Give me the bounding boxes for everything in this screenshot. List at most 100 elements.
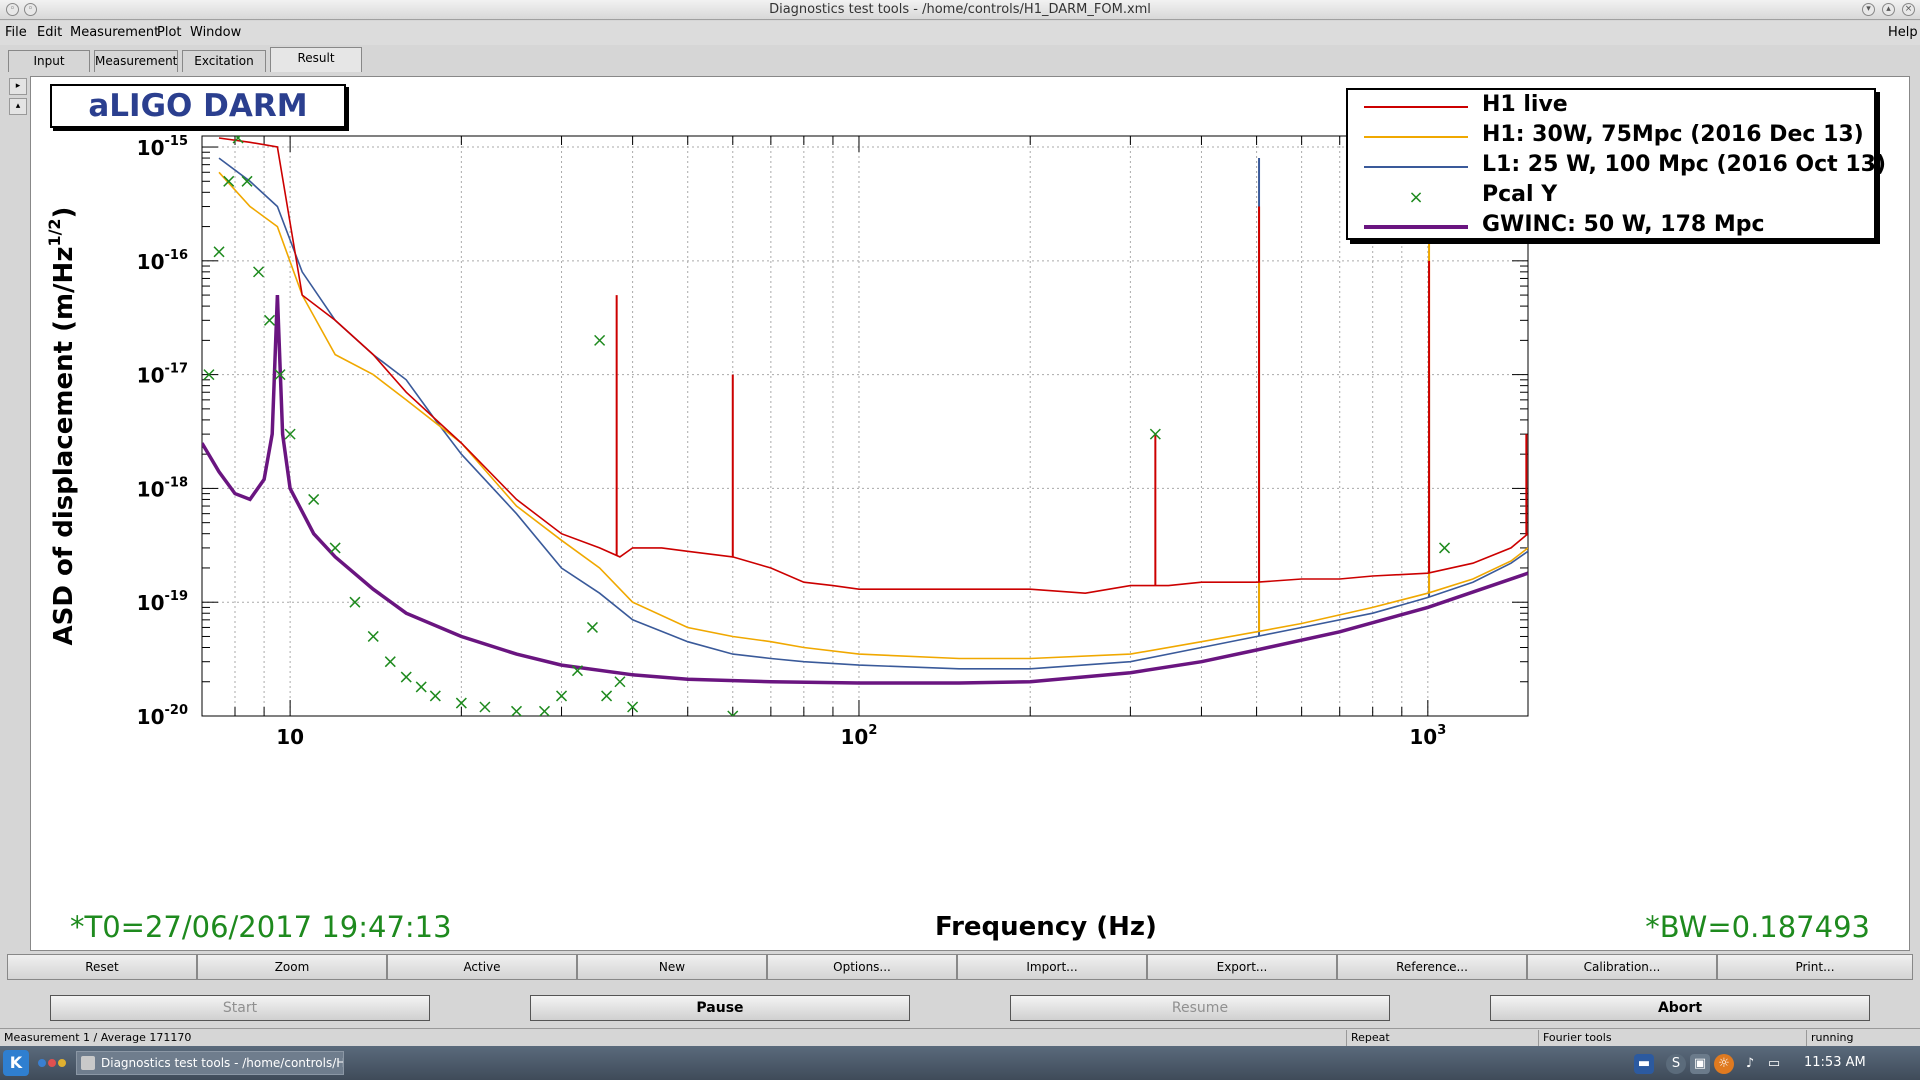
status-state: running — [1806, 1030, 1920, 1046]
import-button[interactable]: Import... — [957, 954, 1147, 980]
reset-button[interactable]: Reset — [7, 954, 197, 980]
options-button[interactable]: Options... — [767, 954, 957, 980]
series-point-pcal-y — [586, 621, 598, 633]
series-point-pcal-y — [479, 701, 491, 713]
export-button[interactable]: Export... — [1147, 954, 1337, 980]
tab-excitation[interactable]: Excitation — [182, 50, 266, 72]
legend-item-h1-live: H1 live — [1348, 92, 1874, 122]
legend-item-pcal: × Pcal Y — [1348, 182, 1874, 212]
pause-button[interactable]: Pause — [530, 995, 910, 1021]
volume-icon[interactable]: ♪ — [1740, 1054, 1760, 1074]
plot-frame — [201, 135, 1529, 717]
s-icon[interactable]: S — [1666, 1054, 1686, 1074]
taskbar: K Diagnostics test tools - /home/control… — [0, 1046, 1920, 1080]
x-axis-label: Frequency (Hz) — [935, 912, 1157, 942]
series-point-pcal-y — [1439, 542, 1451, 554]
plot-badge: aLIGO DARM — [50, 84, 346, 128]
bw-label: *BW=0.187493 — [1645, 910, 1870, 944]
maximize-icon[interactable]: ▴ — [1882, 3, 1895, 16]
tab-result[interactable]: Result — [270, 47, 362, 72]
y-axis-label: ASD of displacement (m/Hz1/2) — [45, 207, 79, 646]
new-button[interactable]: New — [577, 954, 767, 980]
taskbar-item-diagnostics[interactable]: Diagnostics test tools - /home/controls/… — [76, 1051, 344, 1075]
chart-legend: H1 live H1: 30W, 75Mpc (2016 Dec 13) L1:… — [1346, 88, 1886, 242]
series-point-pcal-y — [614, 676, 626, 688]
y-tick-label: 10-15 — [137, 134, 188, 160]
menu-window[interactable]: Window — [190, 25, 241, 40]
tab-measurement[interactable]: Measurement — [94, 50, 178, 72]
series-point-pcal-y — [538, 705, 551, 716]
resume-button[interactable]: Resume — [1010, 995, 1390, 1021]
tab-input[interactable]: Input — [8, 50, 90, 72]
t0-label: *T0=27/06/2017 19:47:13 — [70, 910, 452, 944]
y-tick-label: 10-16 — [137, 248, 188, 274]
desktop-dot-icon[interactable] — [48, 1059, 56, 1067]
series-point-pcal-y — [329, 542, 341, 554]
plot-toolbar: Reset Zoom Active New Options... Import.… — [7, 954, 1913, 980]
menu-edit[interactable]: Edit — [37, 25, 62, 40]
series-point-pcal-y — [367, 630, 379, 642]
menu-bar: File Edit Measurement Plot Window Help — [0, 21, 1920, 45]
series-line-h1-30w-75mpc-2016-dec-13 — [218, 171, 1528, 660]
desktop-dot-icon[interactable] — [38, 1059, 46, 1067]
series-point-pcal-y — [415, 681, 427, 693]
side-arrows: ▸ ▴ — [9, 78, 27, 116]
x-tick-label: 103 — [1409, 723, 1446, 749]
legend-item-l1: L1: 25 W, 100 Mpc (2016 Oct 13) — [1348, 152, 1886, 182]
menu-file[interactable]: File — [5, 25, 27, 40]
y-tick-label: 10-20 — [137, 703, 188, 729]
active-button[interactable]: Active — [387, 954, 577, 980]
print-button[interactable]: Print... — [1717, 954, 1913, 980]
series-point-pcal-y — [601, 690, 613, 702]
status-bar: Measurement 1 / Average 171170 Repeat Fo… — [0, 1028, 1920, 1046]
zoom-button[interactable]: Zoom — [197, 954, 387, 980]
abort-button[interactable]: Abort — [1490, 995, 1870, 1021]
legend-label: L1: 25 W, 100 Mpc (2016 Oct 13) — [1482, 152, 1887, 177]
series-point-pcal-y — [253, 266, 265, 278]
kde-start-icon[interactable]: K — [3, 1050, 29, 1076]
legend-item-gwinc: GWINC: 50 W, 178 Mpc — [1348, 212, 1874, 242]
app-icon — [81, 1056, 95, 1070]
expand-up-icon[interactable]: ▴ — [9, 98, 27, 115]
series-point-pcal-y — [263, 314, 276, 326]
series-point-pcal-y — [223, 175, 235, 187]
legend-swatch-pcal: × — [1408, 187, 1423, 208]
measurement-controls: Start Pause Resume Abort — [0, 995, 1920, 1023]
title-bar: ◦ ◦ Diagnostics test tools - /home/contr… — [0, 0, 1920, 20]
legend-label: H1 live — [1482, 92, 1568, 117]
series-point-pcal-y — [510, 705, 523, 716]
legend-label: H1: 30W, 75Mpc (2016 Dec 13) — [1482, 122, 1864, 147]
minimize-icon[interactable]: ▾ — [1862, 3, 1875, 16]
series-point-pcal-y — [429, 690, 441, 702]
legend-label: Pcal Y — [1482, 182, 1558, 207]
status-measurement: Measurement 1 / Average 171170 — [4, 1031, 192, 1044]
display-icon[interactable]: ▬ — [1634, 1054, 1654, 1074]
status-repeat: Repeat — [1346, 1030, 1538, 1046]
menu-measurement[interactable]: Measurement — [70, 25, 159, 40]
series-point-pcal-y — [384, 656, 396, 668]
clipboard-icon[interactable]: ▣ — [1690, 1054, 1710, 1074]
legend-label: GWINC: 50 W, 178 Mpc — [1482, 212, 1765, 237]
firefox-icon[interactable]: ☼ — [1714, 1054, 1734, 1074]
reference-button[interactable]: Reference... — [1337, 954, 1527, 980]
close-icon[interactable]: × — [1902, 3, 1915, 16]
network-icon[interactable]: ▭ — [1764, 1054, 1784, 1074]
y-tick-label: 10-18 — [137, 475, 188, 501]
calibration-button[interactable]: Calibration... — [1527, 954, 1717, 980]
desktop-dot-icon[interactable] — [58, 1059, 66, 1067]
x-tick-label: 10 — [276, 725, 304, 749]
taskbar-item-label: Diagnostics test tools - /home/controls/… — [101, 1056, 344, 1070]
x-tick-label: 102 — [841, 723, 878, 749]
legend-item-h1-30w: H1: 30W, 75Mpc (2016 Dec 13) — [1348, 122, 1874, 152]
series-point-pcal-y — [308, 493, 320, 505]
menu-plot[interactable]: Plot — [157, 25, 182, 40]
menu-help[interactable]: Help — [1888, 25, 1918, 40]
series-line-h1-live — [218, 137, 1528, 595]
window-title: Diagnostics test tools - /home/controls/… — [769, 2, 1151, 17]
series-point-pcal-y — [400, 671, 412, 683]
status-tool: Fourier tools — [1538, 1030, 1806, 1046]
series-line-l1-25-w-100-mpc-2016-oct-13 — [218, 157, 1528, 670]
start-button[interactable]: Start — [50, 995, 430, 1021]
clock: 11:53 AM — [1804, 1055, 1866, 1070]
expand-right-icon[interactable]: ▸ — [9, 78, 27, 95]
